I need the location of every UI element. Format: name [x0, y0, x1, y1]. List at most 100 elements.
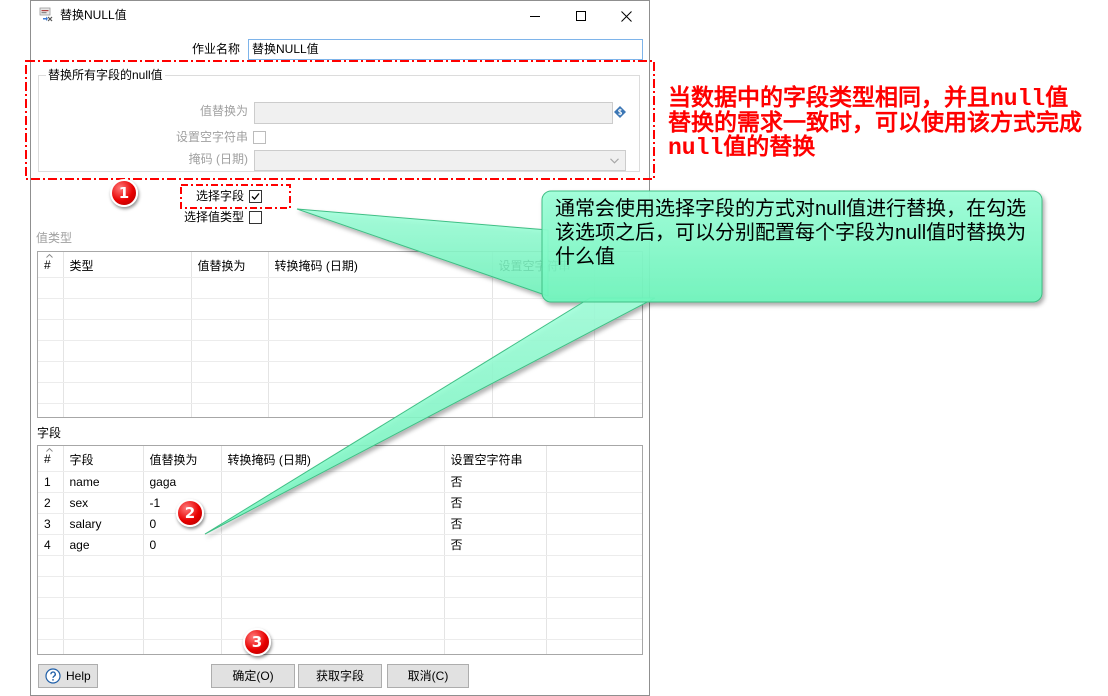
- table-row[interactable]: 3 salary 0 否: [38, 513, 642, 535]
- empty-cell[interactable]: [594, 361, 642, 383]
- empty-cell[interactable]: [191, 340, 269, 362]
- empty-cell[interactable]: [63, 618, 144, 640]
- empty-row[interactable]: [38, 618, 642, 640]
- select-value-types-checkbox[interactable]: [249, 211, 262, 224]
- empty-cell[interactable]: [268, 340, 493, 362]
- empty-cell[interactable]: [63, 555, 144, 577]
- empty-cell[interactable]: [63, 361, 192, 383]
- empty-cell[interactable]: [268, 319, 493, 341]
- set-empty-string-checkbox[interactable]: [253, 131, 266, 144]
- empty-row[interactable]: [38, 340, 642, 362]
- column-header-type[interactable]: 类型: [63, 252, 192, 278]
- empty-cell[interactable]: [492, 277, 595, 299]
- set-empty-string-cell[interactable]: 否: [444, 492, 547, 514]
- empty-cell[interactable]: [492, 361, 595, 383]
- empty-row[interactable]: [38, 576, 642, 598]
- empty-cell[interactable]: [444, 618, 547, 640]
- empty-cell[interactable]: [63, 319, 192, 341]
- empty-cell[interactable]: [143, 639, 222, 654]
- empty-cell[interactable]: [268, 382, 493, 404]
- empty-cell[interactable]: [444, 597, 547, 619]
- empty-cell[interactable]: [492, 319, 595, 341]
- set-empty-string-cell[interactable]: 否: [444, 471, 547, 493]
- empty-cell[interactable]: [63, 298, 192, 320]
- column-header-mask[interactable]: 转换掩码 (日期): [221, 446, 445, 472]
- job-name-input[interactable]: 替换NULL值: [248, 39, 643, 60]
- empty-cell[interactable]: [594, 340, 642, 362]
- select-fields-checkbox[interactable]: [249, 190, 262, 203]
- empty-cell[interactable]: [594, 403, 642, 417]
- mask-cell[interactable]: [221, 492, 445, 514]
- cancel-button[interactable]: 取消(C): [387, 664, 469, 688]
- replace-value-cell[interactable]: 0: [143, 534, 222, 556]
- empty-row[interactable]: [38, 555, 642, 577]
- empty-row[interactable]: [38, 277, 642, 299]
- empty-cell[interactable]: [546, 555, 642, 577]
- set-empty-string-cell[interactable]: 否: [444, 534, 547, 556]
- empty-row[interactable]: [38, 597, 642, 619]
- column-header-replace-with[interactable]: 值替换为: [143, 446, 222, 472]
- empty-cell[interactable]: [143, 618, 222, 640]
- empty-cell[interactable]: [444, 639, 547, 654]
- empty-cell[interactable]: [546, 618, 642, 640]
- column-header-number[interactable]: #: [38, 446, 64, 472]
- empty-cell[interactable]: [143, 576, 222, 598]
- empty-cell[interactable]: [221, 597, 445, 619]
- minimize-button[interactable]: [512, 1, 558, 31]
- table-row[interactable]: 2 sex -1 否: [38, 492, 642, 514]
- empty-cell[interactable]: [191, 361, 269, 383]
- empty-cell[interactable]: [444, 555, 547, 577]
- empty-cell[interactable]: [191, 277, 269, 299]
- empty-cell[interactable]: [63, 382, 192, 404]
- empty-cell[interactable]: [492, 340, 595, 362]
- empty-cell[interactable]: [63, 277, 192, 299]
- replace-value-cell[interactable]: gaga: [143, 471, 222, 493]
- column-header-replace-with[interactable]: 值替换为: [191, 252, 269, 278]
- mask-cell[interactable]: [221, 513, 445, 535]
- empty-cell[interactable]: [191, 403, 269, 417]
- empty-cell[interactable]: [492, 382, 595, 404]
- empty-cell[interactable]: [594, 298, 642, 320]
- get-fields-button[interactable]: 获取字段: [298, 664, 382, 688]
- empty-row[interactable]: [38, 298, 642, 320]
- column-header-number[interactable]: #: [38, 252, 64, 278]
- empty-cell[interactable]: [492, 298, 595, 320]
- table-row[interactable]: 1 name gaga 否: [38, 471, 642, 493]
- close-button[interactable]: [603, 1, 649, 31]
- empty-cell[interactable]: [546, 576, 642, 598]
- empty-row[interactable]: [38, 639, 642, 654]
- empty-cell[interactable]: [143, 555, 222, 577]
- mask-cell[interactable]: [221, 471, 445, 493]
- empty-row[interactable]: [38, 403, 642, 417]
- empty-cell[interactable]: [546, 639, 642, 654]
- empty-cell[interactable]: [191, 298, 269, 320]
- set-empty-string-cell[interactable]: 否: [444, 513, 547, 535]
- empty-cell[interactable]: [268, 403, 493, 417]
- ok-button[interactable]: 确定(O): [211, 664, 295, 688]
- field-name-cell[interactable]: name: [63, 471, 144, 493]
- empty-cell[interactable]: [191, 319, 269, 341]
- empty-row[interactable]: [38, 382, 642, 404]
- empty-cell[interactable]: [63, 576, 144, 598]
- table-row[interactable]: 4 age 0 否: [38, 534, 642, 556]
- empty-cell[interactable]: [594, 277, 642, 299]
- empty-cell[interactable]: [191, 382, 269, 404]
- help-button[interactable]: Help: [38, 664, 98, 688]
- empty-cell[interactable]: [268, 298, 493, 320]
- empty-cell[interactable]: [444, 576, 547, 598]
- column-header-field[interactable]: 字段: [63, 446, 144, 472]
- mask-date-combo[interactable]: [254, 150, 626, 171]
- empty-cell[interactable]: [492, 403, 595, 417]
- empty-cell[interactable]: [268, 277, 493, 299]
- empty-cell[interactable]: [63, 340, 192, 362]
- field-name-cell[interactable]: age: [63, 534, 144, 556]
- empty-cell[interactable]: [63, 403, 192, 417]
- maximize-button[interactable]: [558, 1, 604, 31]
- variable-icon[interactable]: [614, 106, 626, 118]
- empty-cell[interactable]: [268, 361, 493, 383]
- field-name-cell[interactable]: salary: [63, 513, 144, 535]
- empty-row[interactable]: [38, 319, 642, 341]
- field-name-cell[interactable]: sex: [63, 492, 144, 514]
- empty-cell[interactable]: [594, 319, 642, 341]
- mask-cell[interactable]: [221, 534, 445, 556]
